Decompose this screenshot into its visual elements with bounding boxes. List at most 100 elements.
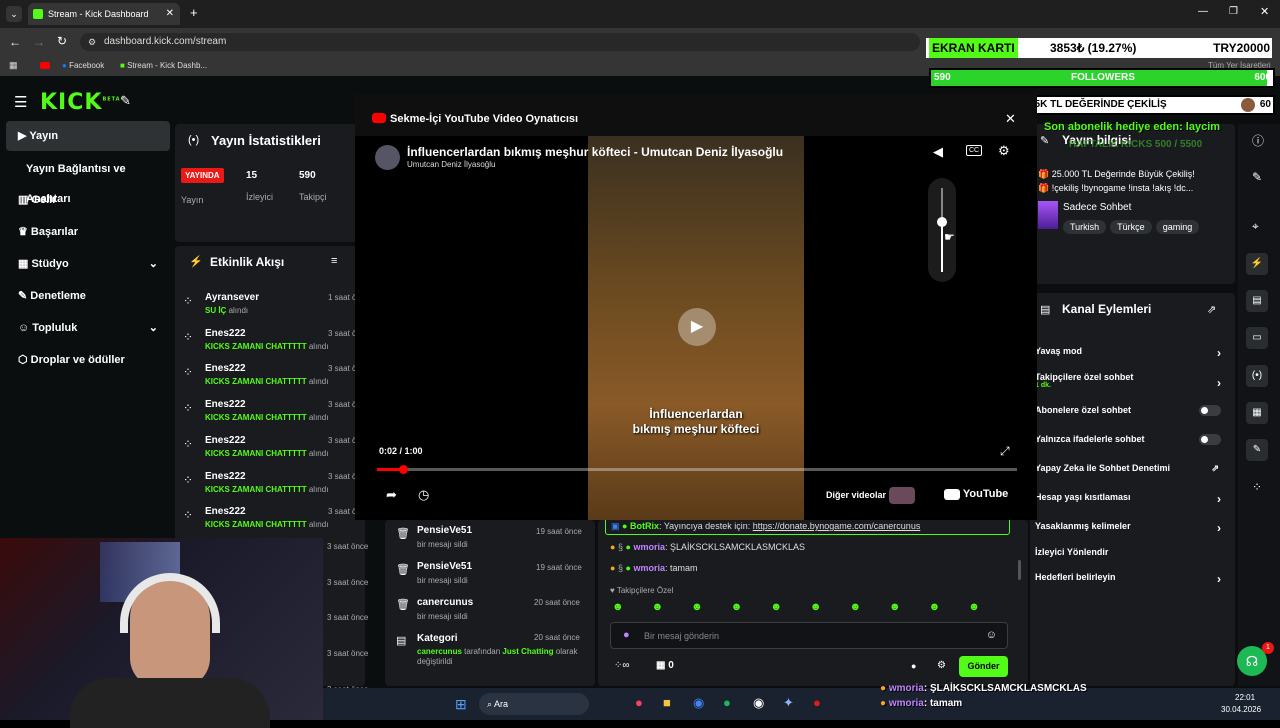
channel-action-item[interactable]: Hedefleri belirleyin › (1035, 572, 1225, 594)
emote-icon[interactable]: ☻ (810, 601, 850, 613)
hamburger-menu-icon[interactable]: ☰ (14, 93, 27, 111)
facebook-bookmark[interactable]: ● Facebook (62, 61, 104, 70)
filter-icon[interactable]: ≡ (331, 255, 337, 267)
tools-icon[interactable]: ✎ (1246, 439, 1268, 461)
activity-item[interactable]: ⁘ Enes222 3 saat ö KICKS ZAMANI CHATTTTT… (183, 361, 358, 393)
chat-scrollbar[interactable] (1018, 560, 1021, 580)
spotify-icon[interactable]: ● (723, 695, 731, 710)
sidebar-item-yayin[interactable]: ▶ Yayın (6, 121, 170, 151)
obs-icon[interactable]: ◉ (753, 695, 764, 711)
pin-icon[interactable]: ✎ (120, 93, 131, 109)
settings-icon[interactable]: ⚙ (998, 143, 1010, 159)
sidebar-item-studyo[interactable]: ▦ Stüdyo ⌄ (6, 249, 170, 279)
apps-icon[interactable]: ▦ (9, 60, 18, 71)
back-icon[interactable]: ← (9, 35, 21, 49)
forward-icon[interactable]: → (33, 35, 45, 49)
lightning-icon[interactable]: ⚡ (1246, 253, 1268, 275)
emote-icon[interactable]: ☻ (691, 601, 731, 613)
play-button[interactable]: ▶ (678, 308, 716, 346)
youtube-logo[interactable]: YouTube (944, 488, 1008, 500)
activity-item[interactable]: ⁘ Enes222 3 saat ö KICKS ZAMANI CHATTTTT… (183, 397, 358, 429)
toggle-switch[interactable] (1199, 434, 1221, 445)
emote-icon[interactable]: ☻ (889, 601, 929, 613)
site-info-icon[interactable]: ⚙ (88, 33, 96, 51)
activity-item[interactable]: ⁘ Enes222 3 saat ö KICKS ZAMANI CHATTTTT… (183, 504, 358, 536)
channel-action-item[interactable]: Yalnızca ifadelerle sohbet (1035, 434, 1225, 456)
volume-knob[interactable] (937, 216, 947, 227)
chat-settings-icon[interactable]: ⚙ (937, 660, 946, 671)
community-icon[interactable]: ⁘ (1252, 480, 1262, 494)
progress-knob[interactable] (398, 465, 408, 474)
emote-icon[interactable]: ☻ (731, 601, 771, 613)
taskbar-search[interactable]: ⌕ Ara (479, 693, 589, 715)
capture-icon[interactable]: ⌖ (1252, 219, 1259, 234)
channel-name[interactable]: Umutcan Deniz İlyasoğlu (407, 160, 495, 169)
chat-bubble-icon[interactable]: ● (911, 661, 916, 671)
volume-icon[interactable]: ◀ (933, 144, 943, 160)
youtube-bookmark-icon[interactable] (40, 62, 50, 69)
kick-bookmark[interactable]: ■ Stream - Kick Dashb... (120, 61, 207, 70)
info-icon[interactable]: ⓘ (1252, 132, 1264, 149)
channel-avatar[interactable] (375, 145, 400, 170)
video-title[interactable]: İnfluencerlardan bıkmış meşhur köfteci -… (407, 145, 827, 159)
reload-icon[interactable]: ↻ (57, 34, 67, 48)
app-icon[interactable]: ● (813, 695, 821, 710)
activity-item[interactable]: ⁘ Enes222 3 saat ö KICKS ZAMANI CHATTTTT… (183, 326, 358, 358)
channel-action-item[interactable]: Yasaklanmış kelimeler › (1035, 521, 1225, 543)
chat-input[interactable]: ● Bir mesaj gönderin ☺ (610, 622, 1008, 649)
edit-icon[interactable]: ✎ (1252, 170, 1262, 184)
popout-icon[interactable]: ⇗ (1207, 303, 1216, 316)
browser-tab[interactable]: Stream - Kick Dashboard ✕ (28, 3, 180, 25)
windows-start-icon[interactable]: ⊞ (455, 696, 467, 713)
channel-action-item[interactable]: İzleyici Yönlendir (1035, 547, 1225, 569)
sidebar-item-yayin-baglantisi[interactable]: Yayın Bağlantısı ve Anahtarı (6, 154, 170, 205)
close-window-icon[interactable]: ✕ (1260, 5, 1269, 18)
tag[interactable]: Türkçe (1110, 220, 1152, 234)
chat-user[interactable]: BotRix (630, 521, 659, 531)
chat-user[interactable]: wmoria (633, 563, 665, 573)
chrome-icon[interactable]: ◉ (693, 695, 704, 711)
channel-action-item[interactable]: Hesap yaşı kısıtlaması › (1035, 492, 1225, 514)
sidebar-item-denetleme[interactable]: ✎ Denetleme (6, 281, 170, 311)
progress-bar[interactable] (377, 465, 1017, 474)
emote-icon[interactable]: ☻ (849, 601, 889, 613)
cc-icon[interactable]: CC (966, 145, 983, 156)
emote-icon[interactable]: ☻ (652, 601, 692, 613)
more-videos-thumbnail[interactable] (889, 487, 915, 504)
new-tab-button[interactable]: + (190, 5, 198, 20)
emote-icon[interactable]: ☻ (929, 601, 969, 613)
watch-later-icon[interactable]: ◷ (418, 487, 429, 503)
folder-icon[interactable]: ■ (663, 695, 671, 710)
channel-action-item[interactable]: Yapay Zeka ile Sohbet Denetimi ⇗ (1035, 463, 1225, 485)
moderation-icon[interactable]: ▦ (1246, 402, 1268, 424)
tab-list-icon[interactable]: ⌄ (6, 6, 22, 22)
activity-item[interactable]: ⁘ Enes222 3 saat ö KICKS ZAMANI CHATTTTT… (183, 433, 358, 465)
emote-icon[interactable]: ☻ (612, 601, 652, 613)
more-videos-label[interactable]: Diğer videolar (826, 490, 886, 500)
activity-item[interactable]: ⁘ Ayransever 1 saat ö SU İÇ alındı (183, 290, 358, 322)
close-tab-icon[interactable]: ✕ (166, 3, 174, 25)
channel-action-item[interactable]: Yavaş mod › (1035, 346, 1225, 368)
channel-action-item[interactable]: Takipçilere özel sohbet 1 dk. › (1035, 372, 1225, 394)
modal-close-icon[interactable]: ✕ (1005, 111, 1016, 127)
points-display[interactable]: ▦ 0 (656, 660, 674, 671)
notes-icon[interactable]: ▤ (1246, 290, 1268, 312)
chat-icon[interactable]: ▭ (1246, 327, 1268, 349)
sidebar-item-basarilar[interactable]: ♛ Başarılar (6, 217, 170, 247)
tag[interactable]: gaming (1155, 220, 1200, 234)
send-button[interactable]: Gönder (959, 656, 1008, 677)
kick-logo[interactable]: KICKBETA (40, 90, 121, 115)
chat-user[interactable]: wmoria (633, 542, 665, 552)
restore-icon[interactable]: ❐ (1229, 6, 1238, 17)
toggle-switch[interactable] (1199, 405, 1221, 416)
sidebar-item-topluluk[interactable]: ☺ Topluluk ⌄ (6, 313, 170, 343)
url-input[interactable]: ⚙ dashboard.kick.com/stream (80, 33, 920, 51)
fullscreen-icon[interactable]: ⤢ (1000, 444, 1010, 459)
kicks-icon[interactable]: ⁘∞ (614, 660, 630, 671)
sidebar-item-droplar[interactable]: ⬡ Droplar ve ödüller (6, 345, 170, 375)
tag[interactable]: Turkish (1063, 220, 1107, 234)
app-icon[interactable]: ✦ (783, 695, 794, 711)
activity-item[interactable]: ⁘ Enes222 3 saat ö KICKS ZAMANI CHATTTTT… (183, 469, 358, 501)
emote-icon[interactable]: ☻ (968, 601, 1008, 613)
emote-icon[interactable]: ☻ (770, 601, 810, 613)
